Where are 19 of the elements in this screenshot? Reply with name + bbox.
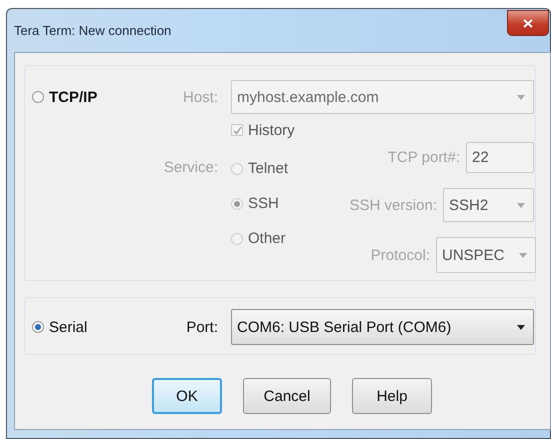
field-label: Port: xyxy=(186,318,218,336)
caret-icon xyxy=(517,202,525,208)
dialog-button[interactable]: OK xyxy=(152,378,222,414)
field-label: Protocol: xyxy=(370,246,430,264)
field-label: SSH version: xyxy=(349,196,437,214)
close-icon xyxy=(523,18,533,28)
dialog-button[interactable]: Help xyxy=(352,378,432,414)
caret-icon xyxy=(517,324,525,330)
field-label: Host: xyxy=(182,88,218,106)
field-label: TCP port#: xyxy=(388,149,460,166)
field-label: Service: xyxy=(164,159,218,176)
dialog-button[interactable]: Cancel xyxy=(243,378,331,414)
port-dropdown[interactable]: COM6: USB Serial Port (COM6) xyxy=(231,309,534,345)
check-icon xyxy=(232,126,242,134)
close-button[interactable] xyxy=(507,10,549,36)
window-title: Tera Term: New connection xyxy=(14,23,172,38)
radio-button[interactable]: Serial xyxy=(32,318,88,336)
caret-icon xyxy=(519,252,527,258)
caret-icon xyxy=(517,94,525,100)
